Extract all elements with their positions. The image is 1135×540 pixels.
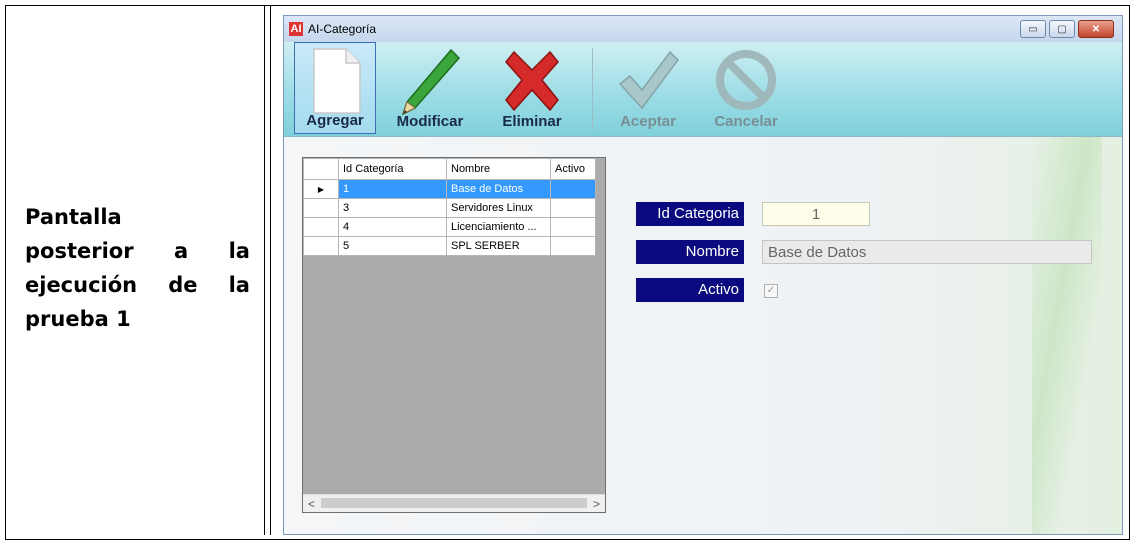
selected-row-indicator: ▶ [303,179,339,199]
cell-nombre[interactable]: Licenciamiento ... [446,217,551,237]
table-row[interactable]: 3 Servidores Linux [303,198,596,218]
categories-grid[interactable]: Id Categoría Nombre Activo ▶ 1 Base de D… [302,157,606,513]
toolbar-separator [592,48,593,130]
window-title: AI-Categoría [308,22,377,36]
agregar-button[interactable]: Agregar [294,42,376,134]
cell-activo[interactable] [550,217,596,237]
cell-activo[interactable] [550,179,596,199]
activo-label: Activo [636,278,744,302]
table-row[interactable]: ▶ 1 Base de Datos [303,179,596,199]
eliminar-button[interactable]: Eliminar [490,42,574,134]
table-row[interactable]: 5 SPL SERBER [303,236,596,256]
cell-id[interactable]: 1 [338,179,447,199]
row-header [303,236,339,256]
aceptar-button[interactable]: Aceptar [606,42,690,134]
cell-id[interactable]: 4 [338,217,447,237]
column-header-nombre[interactable]: Nombre [446,158,551,180]
cancel-icon [716,50,776,110]
minimize-button[interactable]: ▭ [1020,20,1046,38]
cell-id[interactable]: 5 [338,236,447,256]
label-line-2: posterior a la [25,239,250,263]
maximize-button[interactable]: ▢ [1049,20,1075,38]
column-header-id[interactable]: Id Categoría [338,158,447,180]
cell-activo[interactable] [550,236,596,256]
app-icon: AI [289,22,303,36]
label-line-3: ejecución de la [25,273,250,297]
table-column-divider-inner [270,5,271,535]
agregar-label: Agregar [306,112,364,129]
cell-nombre[interactable]: Base de Datos [446,179,551,199]
close-button[interactable]: ✕ [1078,20,1114,38]
row-header [303,217,339,237]
new-document-icon [313,48,361,114]
nombre-field[interactable]: Base de Datos [762,240,1092,264]
row-header-corner [303,158,339,180]
column-header-activo[interactable]: Activo [550,158,596,180]
cancelar-button[interactable]: Cancelar [704,42,788,134]
app-window: AI AI-Categoría ▭ ▢ ✕ Agregar Modificar [283,15,1123,535]
content-area: Id Categoría Nombre Activo ▶ 1 Base de D… [284,137,1122,534]
grid-table: Id Categoría Nombre Activo ▶ 1 Base de D… [303,158,596,256]
toolbar: Agregar Modificar Eliminar Aceptar Cance… [284,42,1122,137]
table-column-divider [264,5,265,535]
activo-checkbox[interactable]: ✓ [764,284,778,298]
checkmark-icon [618,50,679,110]
scroll-left-arrow[interactable]: < [303,497,320,511]
table-row[interactable]: 4 Licenciamiento ... [303,217,596,237]
modificar-button[interactable]: Modificar [384,42,476,134]
cell-id[interactable]: 3 [338,198,447,218]
window-controls: ▭ ▢ ✕ [1020,20,1114,38]
eliminar-label: Eliminar [502,113,562,130]
id-categoria-field[interactable]: 1 [762,202,870,226]
id-categoria-label: Id Categoria [636,202,744,226]
title-bar[interactable]: AI AI-Categoría ▭ ▢ ✕ [284,16,1122,43]
test-description: Pantalla posterior a la ejecución de la prue… [25,200,250,336]
cell-nombre[interactable]: Servidores Linux [446,198,551,218]
decorative-swoosh [1032,137,1102,534]
nombre-label: Nombre [636,240,744,264]
pencil-icon [401,48,461,116]
aceptar-label: Aceptar [620,113,676,130]
scroll-right-arrow[interactable]: > [588,497,605,511]
label-line-4: prueba 1 [25,307,131,331]
cell-nombre[interactable]: SPL SERBER [446,236,551,256]
cancelar-label: Cancelar [714,113,778,130]
cell-activo[interactable] [550,198,596,218]
scrollbar-thumb[interactable] [321,498,587,508]
label-line-1: Pantalla [25,205,122,229]
modificar-label: Modificar [396,113,464,130]
delete-x-icon [505,50,559,112]
grid-header-row: Id Categoría Nombre Activo [303,158,596,180]
horizontal-scrollbar[interactable]: < > [303,494,605,512]
row-header [303,198,339,218]
